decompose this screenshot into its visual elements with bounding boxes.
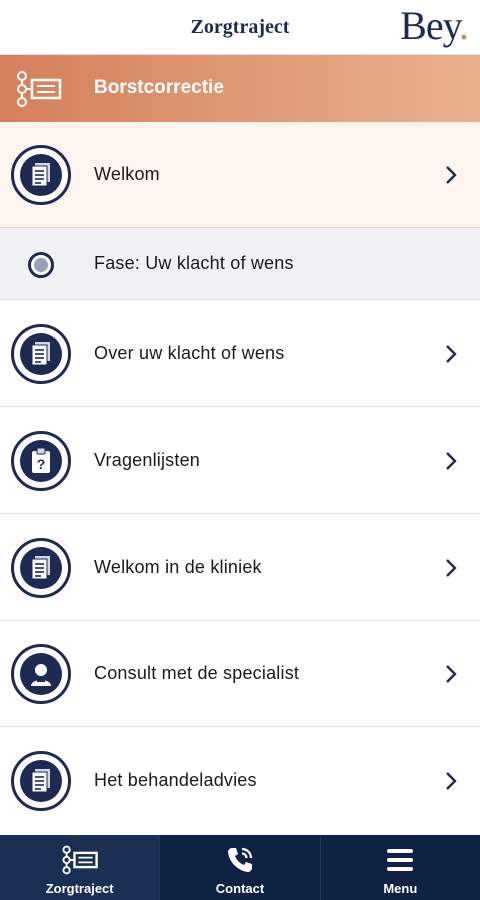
nav-label: Zorgtraject xyxy=(45,881,114,896)
document-icon xyxy=(31,342,50,366)
list-item-over-uw-klacht[interactable]: Over uw klacht of wens xyxy=(0,300,480,407)
document-icon xyxy=(31,163,50,187)
nav-menu[interactable]: Menu xyxy=(319,835,480,900)
phase-label: Fase: Uw klacht of wens xyxy=(94,253,294,273)
clipboard-question-icon: ? xyxy=(32,447,50,473)
svg-text:?: ? xyxy=(37,456,46,472)
list-item-behandeladvies[interactable]: Het behandeladvies xyxy=(0,727,480,834)
phase-dot-icon xyxy=(28,252,54,278)
document-icon xyxy=(31,556,50,580)
phase-header: Fase: Uw klacht of wens xyxy=(0,228,480,300)
list-item-welkom[interactable]: Welkom xyxy=(0,122,480,228)
nav-label: Contact xyxy=(215,881,265,896)
care-path-banner: Borstcorrectie xyxy=(0,55,480,122)
brand-logo[interactable]: Bey. xyxy=(400,2,469,49)
bottom-navigation: Zorgtraject Contact Menu xyxy=(0,835,480,900)
hamburger-menu-icon xyxy=(387,849,414,871)
list-item-label: Vragenlijsten xyxy=(94,450,200,470)
chevron-right-icon xyxy=(446,772,457,790)
list-item-label: Welkom xyxy=(94,164,160,184)
chevron-right-icon xyxy=(446,452,457,470)
banner-title: Borstcorrectie xyxy=(94,77,224,98)
brand-name: Bey xyxy=(400,3,460,48)
brand-dot: . xyxy=(459,3,469,48)
list-item-label: Het behandeladvies xyxy=(94,770,257,790)
person-icon xyxy=(31,664,51,686)
chevron-right-icon xyxy=(446,559,457,577)
list-item-welkom-kliniek[interactable]: Welkom in de kliniek xyxy=(0,514,480,621)
step-node xyxy=(11,538,71,598)
list-item-label: Over uw klacht of wens xyxy=(94,343,285,363)
list-item-consult[interactable]: Consult met de specialist xyxy=(0,621,480,727)
phone-icon xyxy=(227,847,253,872)
step-node xyxy=(11,145,71,205)
app-header: Zorgtraject Bey. xyxy=(0,0,480,55)
chevron-right-icon xyxy=(446,665,457,683)
document-icon xyxy=(31,769,50,793)
nav-zorgtraject[interactable]: Zorgtraject xyxy=(0,835,160,900)
list-item-label: Welkom in de kliniek xyxy=(94,557,262,577)
step-node xyxy=(11,751,71,811)
list-item-vragenlijsten[interactable]: ? Vragenlijsten xyxy=(0,407,480,514)
chevron-right-icon xyxy=(446,166,457,184)
step-node xyxy=(11,644,71,704)
list-item-label: Consult met de specialist xyxy=(94,663,300,683)
nav-label: Menu xyxy=(383,881,418,896)
care-path-icon xyxy=(17,71,62,107)
nav-contact[interactable]: Contact xyxy=(159,835,319,900)
step-node: ? xyxy=(11,431,71,491)
chevron-right-icon xyxy=(446,345,457,363)
step-node xyxy=(11,324,71,384)
care-path-list: Welkom Fase: Uw klacht of wens Over uw k… xyxy=(0,122,480,834)
care-path-icon xyxy=(62,845,98,875)
